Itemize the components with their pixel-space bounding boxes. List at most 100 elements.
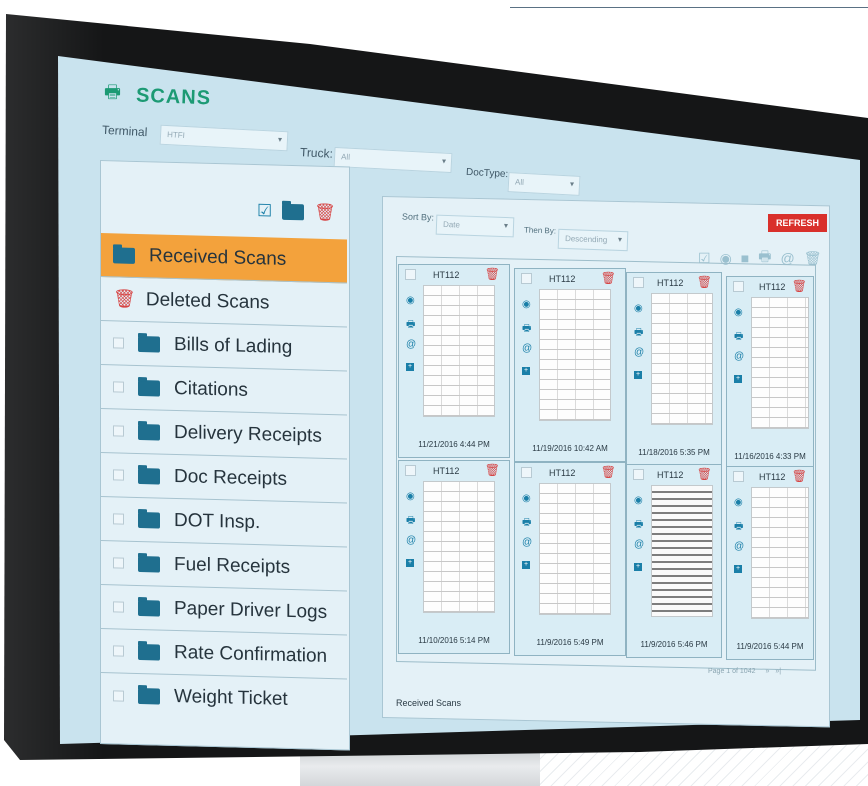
email-icon[interactable]: @ bbox=[406, 535, 416, 546]
refresh-button[interactable]: REFRESH bbox=[768, 214, 828, 232]
trash-icon[interactable]: 🗑 bbox=[601, 465, 616, 479]
scan-thumbnail[interactable] bbox=[423, 285, 495, 417]
sidebar-item-delivery-receipts[interactable]: Delivery Receipts bbox=[101, 409, 347, 460]
add-icon[interactable]: + bbox=[406, 559, 414, 567]
printer-icon[interactable]: 🖶 bbox=[734, 329, 743, 346]
eye-icon[interactable]: ◉ bbox=[406, 491, 415, 502]
page-title: SCANS bbox=[135, 84, 212, 110]
add-icon[interactable]: + bbox=[522, 561, 530, 569]
card-checkbox[interactable] bbox=[521, 467, 532, 478]
eye-icon[interactable]: ◉ bbox=[634, 303, 643, 314]
add-icon[interactable]: + bbox=[734, 375, 742, 383]
item-checkbox[interactable] bbox=[113, 645, 124, 657]
then-by-select[interactable]: Descending ▾ bbox=[557, 228, 629, 252]
trash-icon[interactable]: 🗑 bbox=[697, 467, 712, 481]
printer-icon[interactable]: 🖶 bbox=[406, 513, 415, 530]
printer-icon[interactable]: 🖶 bbox=[634, 325, 643, 342]
eye-icon[interactable]: ◉ bbox=[522, 299, 531, 310]
scan-thumbnail[interactable] bbox=[751, 487, 809, 619]
printer-icon[interactable]: 🖶 bbox=[406, 317, 415, 334]
card-checkbox[interactable] bbox=[733, 471, 744, 482]
last-page-icon[interactable]: »| bbox=[775, 668, 781, 675]
email-icon[interactable]: @ bbox=[634, 347, 644, 358]
scan-card[interactable]: HT112 🗑 ◉ 🖶 @ + 11/21/2016 4:44 PM bbox=[398, 264, 510, 458]
sidebar-item-dot-insp[interactable]: DOT Insp. bbox=[101, 497, 347, 548]
email-icon[interactable]: @ bbox=[522, 343, 532, 354]
sidebar-item-label: Bills of Lading bbox=[174, 333, 293, 358]
card-checkbox[interactable] bbox=[405, 269, 416, 280]
scan-card[interactable]: HT112 🗑 ◉ 🖶 @ + 11/9/2016 5:49 PM bbox=[514, 462, 626, 656]
pagination: Page 1 of 1042 » »| bbox=[708, 668, 781, 675]
sidebar-item-doc-receipts[interactable]: Doc Receipts bbox=[101, 453, 347, 504]
add-icon[interactable]: + bbox=[634, 371, 642, 379]
trash-icon[interactable]: 🗑 bbox=[697, 275, 712, 289]
eye-icon[interactable]: ◉ bbox=[406, 295, 415, 306]
trash-icon[interactable]: 🗑 bbox=[792, 469, 807, 483]
printer-icon[interactable]: 🖶 bbox=[522, 515, 531, 532]
sort-select[interactable]: Date ▾ bbox=[435, 214, 515, 238]
sidebar-item-deleted-scans[interactable]: 🗑 Deleted Scans bbox=[101, 277, 347, 328]
item-checkbox[interactable] bbox=[113, 557, 124, 569]
trash-icon[interactable]: 🗑 bbox=[314, 203, 336, 224]
sidebar-item-received-scans[interactable]: Received Scans bbox=[101, 233, 347, 284]
folder-icon[interactable] bbox=[282, 203, 305, 221]
scan-card[interactable]: HT112 🗑 ◉ 🖶 @ + 11/9/2016 5:44 PM bbox=[726, 466, 814, 660]
item-checkbox[interactable] bbox=[113, 381, 124, 393]
printer-icon[interactable]: 🖶 bbox=[634, 517, 643, 534]
item-checkbox[interactable] bbox=[113, 601, 124, 613]
card-checkbox[interactable] bbox=[633, 277, 644, 288]
scan-card[interactable]: HT112 🗑 ◉ 🖶 @ + 11/9/2016 5:46 PM bbox=[626, 464, 722, 658]
eye-icon[interactable]: ◉ bbox=[734, 497, 743, 508]
scan-thumbnail[interactable] bbox=[651, 485, 713, 617]
printer-icon[interactable]: 🖶 bbox=[522, 321, 531, 338]
card-checkbox[interactable] bbox=[733, 281, 744, 292]
email-icon[interactable]: @ bbox=[406, 339, 416, 350]
sidebar-item-label: Rate Confirmation bbox=[174, 641, 328, 667]
email-icon[interactable]: @ bbox=[734, 351, 744, 362]
add-icon[interactable]: + bbox=[406, 363, 414, 371]
item-checkbox[interactable] bbox=[113, 689, 124, 702]
scan-card[interactable]: HT112 🗑 ◉ 🖶 @ + 11/16/2016 4:33 PM bbox=[726, 276, 814, 470]
sidebar-item-rate-confirmation[interactable]: Rate Confirmation bbox=[101, 629, 347, 680]
trash-icon[interactable]: 🗑 bbox=[485, 267, 500, 281]
item-checkbox[interactable] bbox=[113, 469, 124, 481]
item-checkbox[interactable] bbox=[113, 425, 124, 437]
email-icon[interactable]: @ bbox=[522, 537, 532, 548]
scan-thumbnail[interactable] bbox=[539, 289, 611, 421]
item-checkbox[interactable] bbox=[113, 513, 124, 525]
add-icon[interactable]: + bbox=[734, 565, 742, 573]
eye-icon[interactable]: ◉ bbox=[634, 495, 643, 506]
item-checkbox[interactable] bbox=[113, 337, 124, 349]
printer-icon[interactable]: 🖶 bbox=[734, 519, 743, 536]
card-date: 11/19/2016 10:42 AM bbox=[532, 444, 608, 453]
scan-thumbnail[interactable] bbox=[539, 483, 611, 615]
scan-card[interactable]: HT112 🗑 ◉ 🖶 @ + 11/18/2016 5:35 PM bbox=[626, 272, 722, 466]
trash-icon[interactable]: 🗑 bbox=[601, 271, 616, 285]
scan-thumbnail[interactable] bbox=[423, 481, 495, 613]
card-checkbox[interactable] bbox=[521, 273, 532, 284]
scan-card[interactable]: HT112 🗑 ◉ 🖶 @ + 11/10/2016 5:14 PM bbox=[398, 460, 510, 654]
email-icon[interactable]: @ bbox=[634, 539, 644, 550]
sidebar-item-fuel-receipts[interactable]: Fuel Receipts bbox=[101, 541, 347, 592]
trash-icon[interactable]: 🗑 bbox=[792, 279, 807, 293]
folder-icon bbox=[138, 555, 160, 573]
sidebar-item-weight-ticket[interactable]: Weight Ticket bbox=[101, 673, 347, 723]
doctype-select[interactable]: All ▾ bbox=[507, 172, 581, 196]
eye-icon[interactable]: ◉ bbox=[522, 493, 531, 504]
card-checkbox[interactable] bbox=[405, 465, 416, 476]
email-icon[interactable]: @ bbox=[734, 541, 744, 552]
add-icon[interactable]: + bbox=[522, 367, 530, 375]
scan-card[interactable]: HT112 🗑 ◉ 🖶 @ + 11/19/2016 10:42 AM bbox=[514, 268, 626, 462]
scan-thumbnail[interactable] bbox=[751, 297, 809, 429]
card-checkbox[interactable] bbox=[633, 469, 644, 480]
sidebar-item-citations[interactable]: Citations bbox=[101, 365, 347, 416]
check-all-icon[interactable]: ☑ bbox=[257, 201, 272, 221]
truck-label: Truck: bbox=[299, 145, 334, 161]
scan-thumbnail[interactable] bbox=[651, 293, 713, 425]
add-icon[interactable]: + bbox=[634, 563, 642, 571]
trash-icon[interactable]: 🗑 bbox=[485, 463, 500, 477]
sidebar-item-bills-of-lading[interactable]: Bills of Lading bbox=[101, 321, 347, 372]
eye-icon[interactable]: ◉ bbox=[734, 307, 743, 318]
next-page-icon[interactable]: » bbox=[765, 668, 769, 675]
sidebar-item-paper-driver-logs[interactable]: Paper Driver Logs bbox=[101, 585, 347, 636]
